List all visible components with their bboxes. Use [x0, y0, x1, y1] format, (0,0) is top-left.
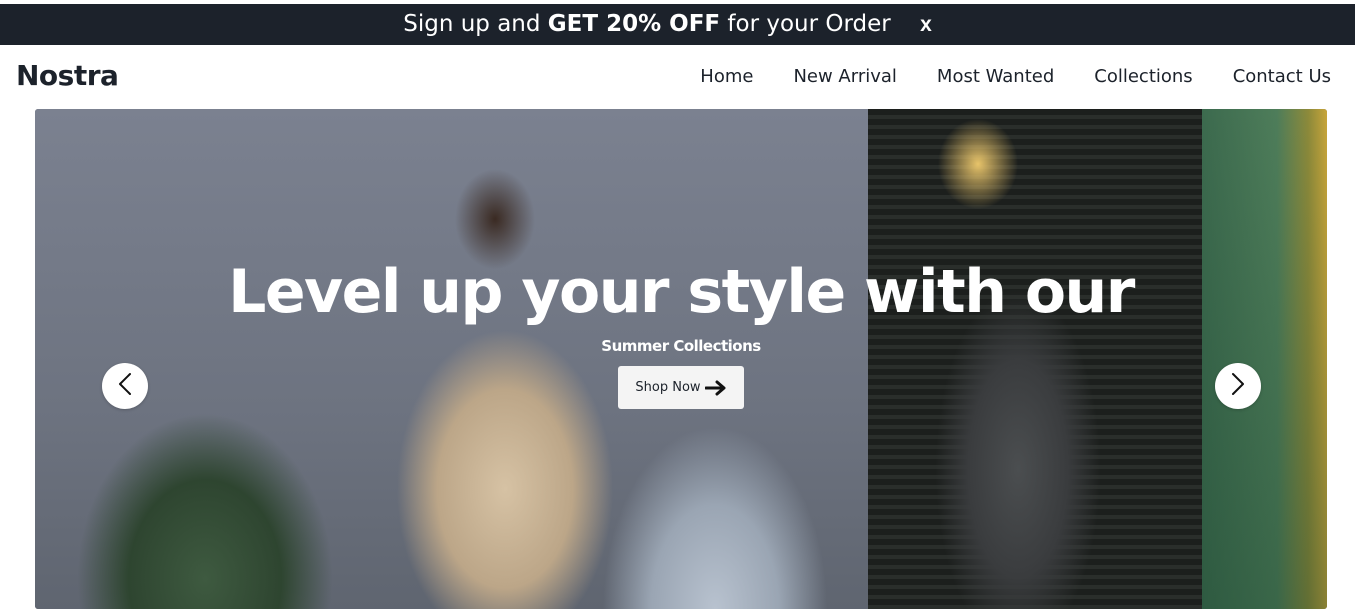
- promo-highlight: GET 20% OFF: [547, 11, 721, 37]
- brand-logo[interactable]: Nostra: [16, 59, 119, 92]
- chevron-left-icon: [118, 372, 132, 401]
- hero-image-overlay: [1202, 109, 1327, 609]
- hero-headline: Level up your style with our: [228, 257, 1135, 327]
- promo-text: Sign up and GET 20% OFF for your Order: [0, 4, 1294, 45]
- hero-image-group-models: [35, 109, 868, 609]
- chevron-right-icon: [1231, 372, 1245, 401]
- hero-image-man-in-coat: [868, 109, 1202, 609]
- nav-item-new-arrival[interactable]: New Arrival: [793, 66, 896, 87]
- arrow-right-icon: [704, 380, 727, 396]
- slider-prev-button[interactable]: [102, 363, 148, 409]
- promo-banner: Sign up and GET 20% OFF for your Order x: [0, 4, 1355, 45]
- hero-slider: Level up your style with our Summer Coll…: [35, 109, 1327, 609]
- navbar: Nostra Home New Arrival Most Wanted Coll…: [0, 45, 1355, 109]
- promo-suffix: for your Order: [720, 11, 891, 37]
- promo-close-button[interactable]: x: [916, 4, 936, 45]
- nav-item-contact-us[interactable]: Contact Us: [1233, 66, 1331, 87]
- nav-item-collections[interactable]: Collections: [1094, 66, 1192, 87]
- promo-prefix: Sign up and: [403, 11, 548, 37]
- nav-item-most-wanted[interactable]: Most Wanted: [937, 66, 1054, 87]
- shop-now-button[interactable]: Shop Now: [618, 366, 744, 409]
- hero-subline: Summer Collections: [601, 337, 761, 355]
- nav-item-home[interactable]: Home: [700, 66, 753, 87]
- nav-links: Home New Arrival Most Wanted Collections…: [700, 66, 1331, 87]
- shop-now-label: Shop Now: [635, 380, 701, 395]
- slider-next-button[interactable]: [1215, 363, 1261, 409]
